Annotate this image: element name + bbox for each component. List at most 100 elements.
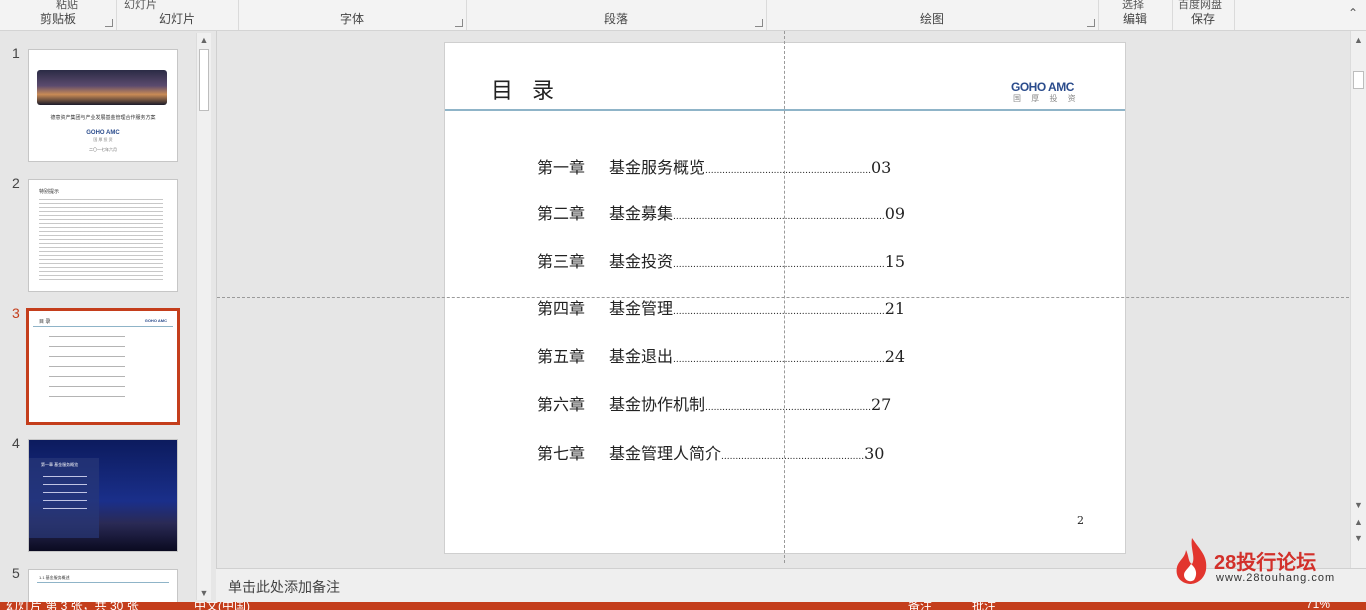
toc-chapter: 第三章 <box>537 252 586 271</box>
clipboard-launcher-icon[interactable] <box>105 19 113 27</box>
thumbnail-toc-lines <box>49 336 125 402</box>
zoom-level[interactable]: 71% <box>1306 602 1330 610</box>
slide-thumbnail-1[interactable]: 德意资产集团与产业发展基金管理合作服务方案 GOHO AMC 国 厚 投 资 二… <box>28 49 178 162</box>
thumbnail-number: 2 <box>12 175 20 191</box>
toc-row[interactable]: 第二章 基金募集.................................… <box>537 200 905 224</box>
ribbon: 粘贴 剪贴板 幻灯片 幻灯片 字体 段落 绘图 选择 编辑 百度网盘 保存 ⌃ <box>0 0 1366 31</box>
thumbnail-title: 目 录 <box>39 319 51 325</box>
toc-page: 30 <box>864 444 885 463</box>
thumbnail-logo: GOHO AMC <box>144 318 167 323</box>
toc-leader: ........................................… <box>705 403 871 413</box>
thumbnail-title: 特别提示 <box>39 189 60 195</box>
language-status[interactable]: 中文(中国) <box>194 602 250 610</box>
ribbon-group-editing: 选择 编辑 <box>1098 0 1173 30</box>
company-logo: GOHO AMC <box>1011 80 1074 94</box>
thumbnail-date: 二〇一七年六月 <box>89 147 117 152</box>
paragraph-launcher-icon[interactable] <box>755 19 763 27</box>
slide-thumbnail-5[interactable]: 1.1 基金服务概述 <box>28 569 178 602</box>
toc-leader: ........................................… <box>673 355 885 365</box>
scrollbar-thumb[interactable] <box>1353 71 1364 89</box>
font-launcher-icon[interactable] <box>455 19 463 27</box>
thumbnail-logo-sub: 国 厚 投 资 <box>93 137 113 142</box>
previous-slide-icon[interactable]: ▲ <box>1351 515 1366 529</box>
thumbnail-number: 4 <box>12 435 20 451</box>
thumbnail-scrollbar[interactable]: ▲ ▼ <box>196 33 211 600</box>
toc-leader: ........................................… <box>705 166 871 176</box>
thumbnail-title: 德意资产集团与产业发展基金管理合作服务方案 <box>50 115 156 121</box>
scroll-up-icon[interactable]: ▲ <box>1351 33 1366 47</box>
slide-thumbnail-pane: 1 德意资产集团与产业发展基金管理合作服务方案 GOHO AMC 国 厚 投 资… <box>0 31 216 602</box>
notes-button[interactable]: 备注 <box>908 602 932 610</box>
watermark-brand: 28投行论坛 <box>1214 552 1317 574</box>
toc-name: 基金协作机制 <box>609 395 706 414</box>
thumbnail-logo: GOHO AMC <box>86 130 120 136</box>
ribbon-group-font: 字体 <box>238 0 467 30</box>
toc-name: 基金管理人简介 <box>609 444 722 463</box>
toc-chapter: 第四章 <box>537 299 586 318</box>
toc-name: 基金服务概览 <box>609 158 706 177</box>
ribbon-group-label: 绘图 <box>919 12 944 26</box>
horizontal-guide[interactable] <box>217 297 1349 298</box>
ribbon-group-drawing: 绘图 <box>766 0 1099 30</box>
ribbon-group-save: 百度网盘 保存 <box>1172 0 1235 30</box>
status-bar: 幻灯片 第 3 张，共 30 张 中文(中国) 备注 批注 71% <box>0 602 1366 610</box>
toc-name: 基金管理 <box>609 299 674 318</box>
drawing-launcher-icon[interactable] <box>1087 19 1095 27</box>
slide-page-number: 2 <box>1077 514 1084 527</box>
ribbon-group-clipboard: 粘贴 剪贴板 <box>0 0 117 30</box>
slide-thumbnail-2[interactable]: 特别提示 <box>28 179 178 292</box>
company-logo-sub: 国 厚 投 资 <box>1013 94 1080 103</box>
slide-count-status: 幻灯片 第 3 张，共 30 张 <box>6 602 139 610</box>
toc-row[interactable]: 第六章 基金协作机制...............................… <box>537 391 891 415</box>
toc-chapter: 第一章 <box>537 158 586 177</box>
scroll-down-icon[interactable]: ▼ <box>197 586 211 600</box>
ribbon-group-label: 字体 <box>339 12 364 26</box>
watermark-url: www.28touhang.com <box>1216 572 1336 584</box>
scroll-up-icon[interactable]: ▲ <box>197 33 211 47</box>
thumbnail-divider <box>33 326 173 327</box>
toc-name: 基金投资 <box>609 252 674 271</box>
toc-page: 15 <box>884 252 906 271</box>
toc-name: 基金募集 <box>609 204 674 223</box>
thumbnail-title: 第一章 基金服务概览 <box>41 462 79 467</box>
toc-row[interactable]: 第五章 基金退出.................................… <box>537 343 905 367</box>
toc-chapter: 第二章 <box>537 204 586 223</box>
toc-page: 21 <box>884 299 906 318</box>
scrollbar-thumb[interactable] <box>199 49 209 111</box>
scroll-down-icon[interactable]: ▼ <box>1351 498 1366 512</box>
toc-row[interactable]: 第三章 基金投资.................................… <box>537 248 905 272</box>
watermark: 28投行论坛 www.28touhang.com <box>1170 536 1350 586</box>
toc-leader: ........................................… <box>673 212 885 222</box>
ribbon-group-label: 保存 <box>1190 12 1215 26</box>
ribbon-group-label: 编辑 <box>1122 12 1147 26</box>
toc-leader: ........................................… <box>673 260 885 270</box>
toc-chapter: 第五章 <box>537 347 586 366</box>
slide-canvas[interactable]: 目 录 GOHO AMC 国 厚 投 资 第一章 基金服务概览..........… <box>444 42 1126 554</box>
flame-icon <box>1176 538 1207 584</box>
ribbon-group-label: 段落 <box>603 12 628 26</box>
toc-row[interactable]: 第七章 基金管理人简介..............................… <box>537 440 884 464</box>
thumbnail-number: 1 <box>12 45 20 61</box>
thumbnail-list-lines <box>43 476 87 512</box>
toc-leader: ........................................… <box>673 307 885 317</box>
slide-scrollbar[interactable]: ▲ ▼ ▲ ▼ <box>1350 31 1366 568</box>
ribbon-group-paragraph: 段落 <box>466 0 767 30</box>
toc-row[interactable]: 第一章 基金服务概览...............................… <box>537 154 891 178</box>
toc-leader: ........................................… <box>721 452 865 462</box>
thumbnail-divider <box>37 582 169 583</box>
slide-thumbnail-3[interactable]: 目 录 GOHO AMC <box>26 308 180 425</box>
toc-name: 基金退出 <box>609 347 674 366</box>
toc-page: 09 <box>884 204 906 223</box>
notes-placeholder[interactable]: 单击此处添加备注 <box>228 577 340 597</box>
slide-title[interactable]: 目 录 <box>491 73 560 105</box>
thumbnail-text-lines <box>39 199 163 283</box>
toc-row[interactable]: 第四章 基金管理.................................… <box>537 295 905 319</box>
thumbnail-number: 3 <box>12 305 20 321</box>
toc-chapter: 第六章 <box>537 395 586 414</box>
comments-button[interactable]: 批注 <box>972 602 996 610</box>
collapse-ribbon-icon[interactable]: ⌃ <box>1348 6 1358 20</box>
slide-thumbnail-4[interactable]: 第一章 基金服务概览 <box>28 439 178 552</box>
next-slide-icon[interactable]: ▼ <box>1351 531 1366 545</box>
toc-page: 03 <box>870 158 892 177</box>
thumbnail-title: 1.1 基金服务概述 <box>39 575 70 580</box>
